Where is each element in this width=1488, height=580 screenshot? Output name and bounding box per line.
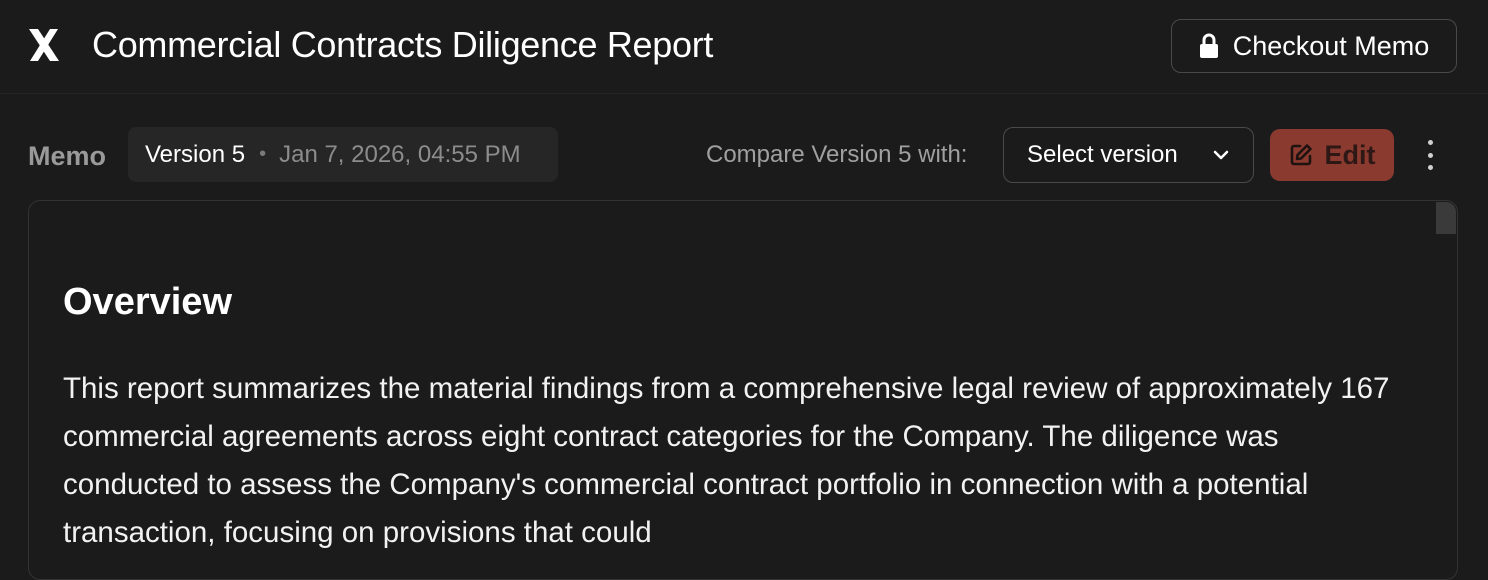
section-heading: Overview xyxy=(63,281,232,323)
version-badge: Version 5 • Jan 7, 2026, 04:55 PM xyxy=(128,127,558,182)
compare-label: Compare Version 5 with: xyxy=(706,141,968,168)
checkout-memo-label: Checkout Memo xyxy=(1232,30,1430,61)
kebab-dot xyxy=(1427,140,1433,145)
kebab-dot xyxy=(1427,165,1433,170)
edit-label: Edit xyxy=(1324,139,1376,170)
edit-button[interactable]: Edit xyxy=(1270,129,1394,181)
section-paragraph: This report summarizes the material find… xyxy=(63,372,1390,549)
chevron-down-icon xyxy=(1213,150,1229,160)
app-header: Commercial Contracts Diligence Report Ch… xyxy=(0,0,1488,94)
version-timestamp: Jan 7, 2026, 04:55 PM xyxy=(279,140,521,168)
memo-document: Overview This report summarizes the mate… xyxy=(28,200,1458,580)
edit-icon xyxy=(1290,144,1312,166)
page-title: Commercial Contracts Diligence Report xyxy=(92,24,714,65)
lock-icon xyxy=(1199,33,1218,58)
select-version-label: Select version xyxy=(1027,141,1178,168)
memo-label: Memo xyxy=(28,141,107,171)
more-vertical-icon[interactable] xyxy=(1419,140,1441,170)
version-separator: • xyxy=(259,143,267,165)
scrollbar-thumb[interactable] xyxy=(1436,202,1456,234)
version-name: Version 5 xyxy=(145,140,246,168)
x-logo-icon[interactable] xyxy=(27,27,61,63)
select-version-dropdown[interactable]: Select version xyxy=(1003,127,1254,183)
kebab-dot xyxy=(1427,152,1433,158)
checkout-memo-button[interactable]: Checkout Memo xyxy=(1171,19,1457,73)
